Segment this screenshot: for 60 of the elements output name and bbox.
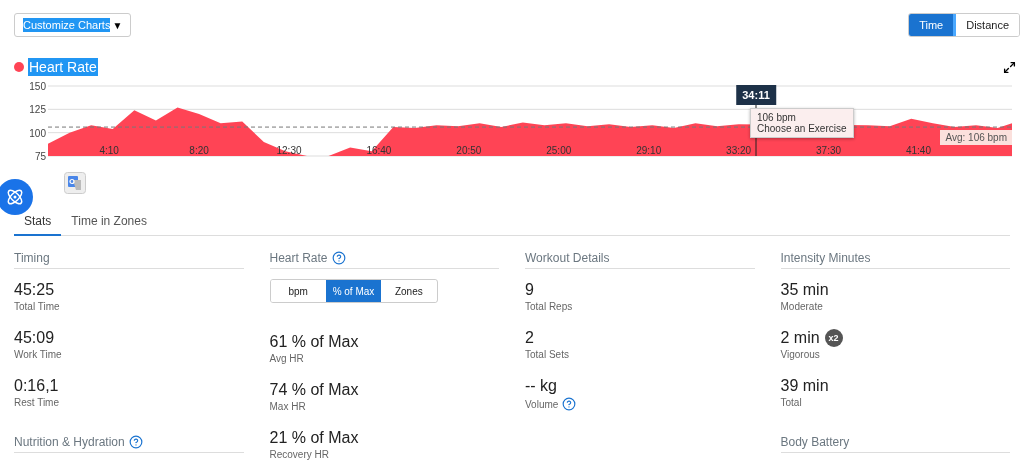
stat-label: Vigorous	[780, 349, 820, 360]
tab[interactable]: Stats	[14, 210, 62, 236]
stat-value: 0:16,1	[14, 376, 59, 396]
stat-value: -- kg	[525, 376, 557, 396]
section-title: Body Battery	[780, 435, 850, 449]
expand-icon[interactable]	[1003, 60, 1016, 74]
axis-label: 125	[29, 104, 46, 116]
stat-label: Volume	[525, 398, 559, 410]
axis-label: 75	[34, 151, 46, 162]
stat-label: Rest Time	[14, 397, 59, 408]
axis-label: 8:20	[189, 145, 209, 156]
section-title: Timing	[14, 251, 50, 265]
stat-value: 2 min	[780, 328, 820, 348]
atom-icon	[6, 188, 24, 206]
floating-action-button[interactable]	[0, 179, 33, 215]
stat-label: Max HR	[269, 401, 306, 412]
stat-value: 35 min	[780, 280, 829, 300]
help-icon[interactable]	[128, 435, 143, 449]
axis-label: 25:00	[546, 145, 572, 156]
section-title: Nutrition & Hydration	[14, 435, 125, 449]
stat-label: Recovery HR	[269, 449, 329, 460]
section-title: Intensity Minutes	[780, 251, 871, 265]
stat-label: Work Time	[14, 349, 62, 360]
average-label: Avg: 106 bpm	[940, 130, 1012, 146]
section-title: Heart Rate	[269, 251, 328, 265]
axis-label: 29:10	[636, 145, 662, 156]
axis-label: 41:40	[905, 145, 931, 156]
axis-label: 33:20	[726, 145, 752, 156]
axis-label: 100	[29, 127, 46, 139]
tooltip: 106 bpm Choose an Exercise	[750, 108, 854, 138]
stat-value: 21 % of Max	[269, 428, 359, 448]
stat-label: Moderate	[780, 301, 823, 312]
section-title: Workout Details	[525, 251, 610, 265]
unit-button[interactable]: % of Max	[325, 280, 382, 302]
stat-label: Total Time	[14, 301, 60, 312]
axis-label: 4:10	[99, 145, 119, 156]
stat-value: 39 min	[780, 376, 829, 396]
stat-value: 9	[525, 280, 534, 300]
stat-label: Total Sets	[525, 349, 569, 360]
stat-value: 74 % of Max	[269, 380, 359, 400]
customize-charts-dropdown[interactable]: Customize Charts ▼	[14, 13, 132, 37]
stat-value: 45:09	[14, 328, 55, 348]
stat-value: 61 % of Max	[269, 332, 359, 352]
translate-icon[interactable]	[64, 172, 86, 194]
stat-label: Avg HR	[269, 353, 304, 364]
cursor-time: 34:11	[736, 85, 776, 105]
axis-label: 16:40	[366, 145, 392, 156]
stat-value: 2	[525, 328, 534, 348]
multiplier-badge: x2	[824, 329, 843, 347]
stat-label: Total	[780, 397, 802, 408]
tab[interactable]: Time in Zones	[61, 210, 157, 236]
chart-title: Heart Rate	[28, 58, 98, 76]
axis-toggle-button[interactable]: Time	[909, 14, 957, 36]
help-icon[interactable]	[562, 397, 577, 411]
stat-label: Total Reps	[525, 301, 573, 312]
stat-value: 45:25	[14, 280, 55, 300]
axis-label: 37:30	[816, 145, 842, 156]
axis-label: 150	[29, 82, 46, 92]
help-icon[interactable]	[331, 251, 346, 265]
axis-label: 20:50	[456, 145, 482, 156]
